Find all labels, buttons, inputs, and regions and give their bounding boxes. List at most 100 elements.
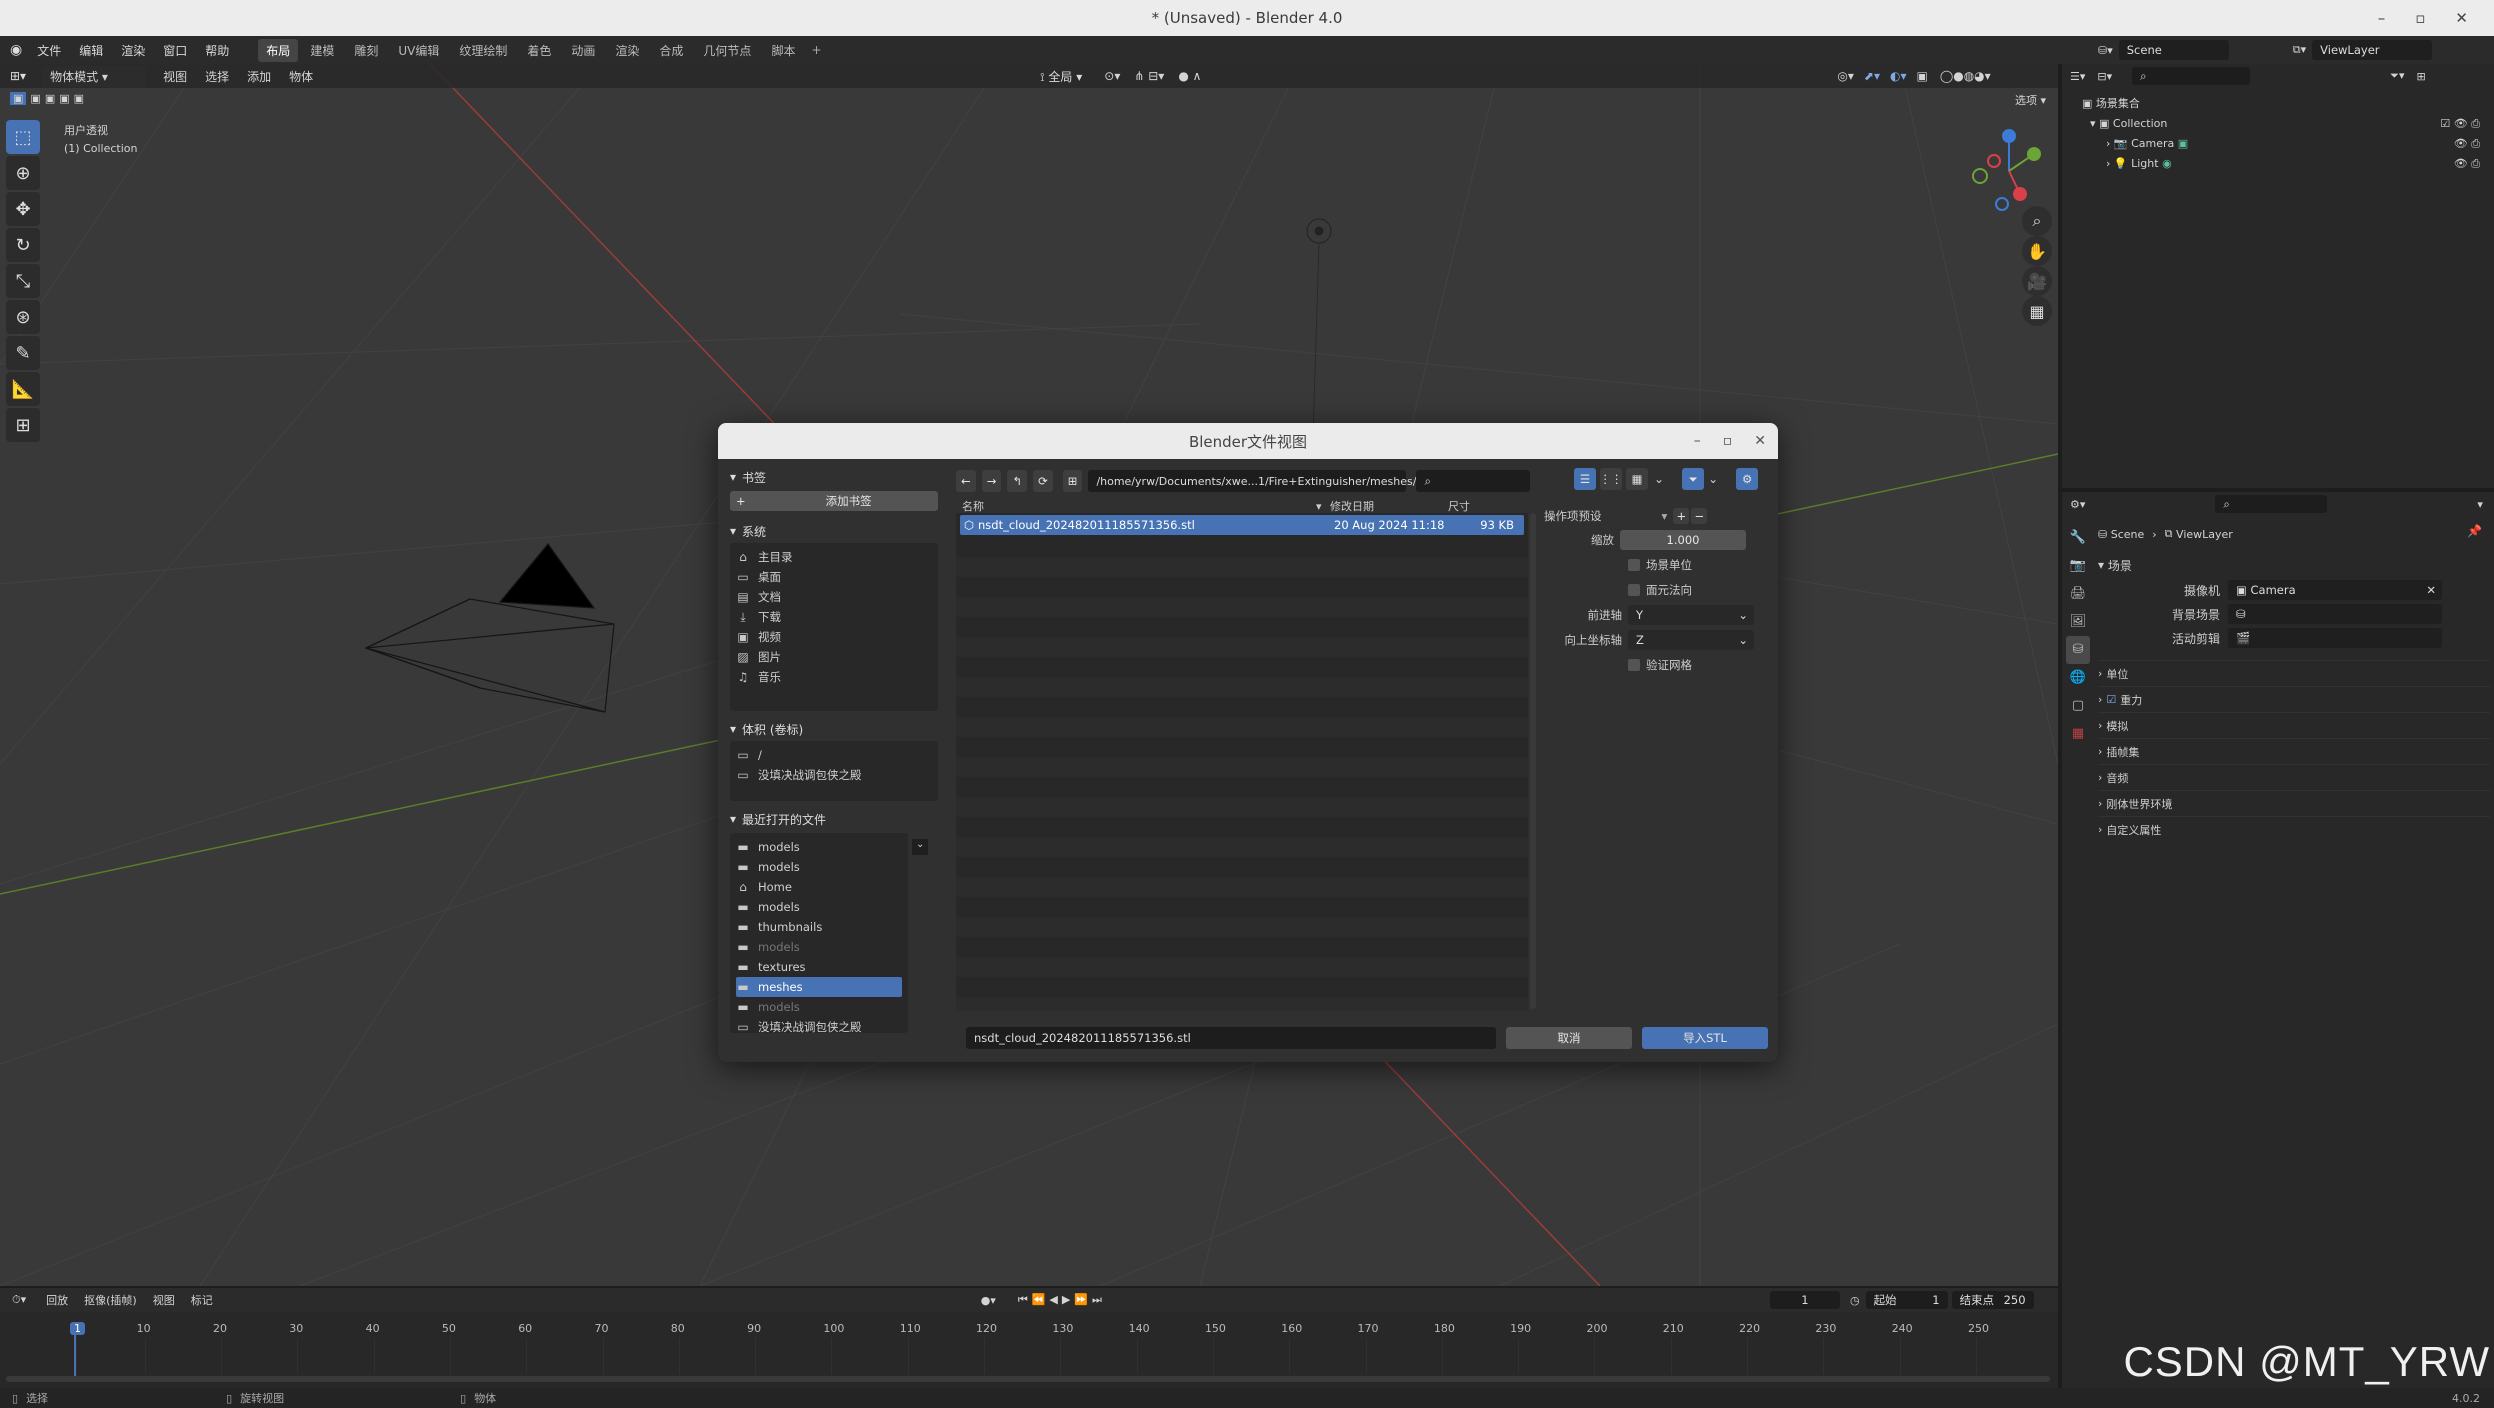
close-button[interactable]: ✕ bbox=[2455, 9, 2468, 27]
thumbnail-view-icon[interactable]: ▦ bbox=[1626, 468, 1648, 490]
outliner-item-light[interactable]: › 💡 Light ◉ 👁 ⎙ bbox=[2082, 154, 2494, 174]
recent-item[interactable]: ▬ models bbox=[736, 937, 902, 957]
bookmarks-header[interactable]: ▾ 书签 bbox=[726, 467, 942, 487]
outliner-item-camera[interactable]: › 📷 Camera ▣ 👁 ⎙ bbox=[2082, 134, 2494, 154]
system-item-doc[interactable]: ▤ 文档 bbox=[736, 587, 932, 607]
viewlayer-field[interactable]: ViewLayer bbox=[2312, 40, 2433, 60]
workspace-tab[interactable]: 脚本 bbox=[763, 39, 803, 62]
navigation-gizmo[interactable] bbox=[1964, 126, 2054, 216]
system-item-music[interactable]: ♫ 音乐 bbox=[736, 667, 932, 687]
gravity-checkbox-icon[interactable]: ☑ bbox=[2106, 693, 2116, 706]
menu-item[interactable]: 渲染 bbox=[112, 42, 154, 59]
recent-item[interactable]: ▭ 没填决战调包侠之殿 bbox=[736, 1017, 902, 1033]
dialog-minimize-button[interactable]: – bbox=[1694, 433, 1701, 449]
col-size[interactable]: 尺寸 bbox=[1448, 498, 1528, 514]
system-item-home[interactable]: ⌂ 主目录 bbox=[736, 547, 932, 567]
cancel-button[interactable]: 取消 bbox=[1506, 1027, 1632, 1049]
pan-hand-icon[interactable]: ✋ bbox=[2022, 236, 2052, 266]
bg-scene-field[interactable]: ⛁ bbox=[2228, 604, 2442, 624]
system-header[interactable]: ▾ 系统 bbox=[726, 521, 942, 541]
overlay-toggle-icon[interactable]: ◐▾ bbox=[1890, 69, 1907, 83]
gizmo-toggle-icon[interactable]: ⬈▾ bbox=[1864, 69, 1880, 83]
workspace-tab[interactable]: 布局 bbox=[258, 38, 299, 62]
forward-button[interactable]: → bbox=[981, 470, 1002, 492]
workspace-tab[interactable]: UV编辑 bbox=[390, 39, 447, 62]
maximize-button[interactable]: ▫ bbox=[2415, 9, 2425, 27]
workspace-tab[interactable]: 雕刻 bbox=[346, 39, 386, 62]
viewport-menu-item[interactable]: 物体 bbox=[280, 68, 322, 85]
options-dropdown[interactable]: 选项 ▾ bbox=[2015, 92, 2046, 108]
parent-dir-button[interactable]: ↰ bbox=[1007, 470, 1028, 492]
up-axis-select[interactable]: Z ⌄ bbox=[1628, 629, 1754, 650]
volume-item[interactable]: ▭ / bbox=[736, 745, 932, 765]
system-item-desktop[interactable]: ▭ 桌面 bbox=[736, 567, 932, 587]
select-mode-icons[interactable]: ▣ ▣ ▣ ▣ ▣ bbox=[10, 92, 84, 105]
add-workspace-button[interactable]: + bbox=[811, 43, 821, 57]
camera-view-icon[interactable]: 🎥 bbox=[2022, 266, 2052, 296]
dialog-maximize-button[interactable]: ▫ bbox=[1723, 433, 1733, 449]
pin-icon[interactable]: 📌 bbox=[2467, 524, 2482, 538]
validate-row[interactable]: 验证网格 bbox=[1544, 652, 1768, 677]
menu-item[interactable]: 帮助 bbox=[196, 42, 238, 59]
recent-header[interactable]: ▾ 最近打开的文件 bbox=[726, 809, 942, 829]
clear-camera-icon[interactable]: ✕ bbox=[2426, 583, 2436, 597]
recent-item[interactable]: ▬ textures bbox=[736, 957, 902, 977]
recent-item[interactable]: ▬ models bbox=[736, 837, 902, 857]
blender-logo-icon[interactable]: ◉ bbox=[10, 42, 22, 58]
zoom-icon[interactable]: ⌕ bbox=[2022, 206, 2052, 236]
filename-input[interactable]: nsdt_cloud_202482011185571356.stl bbox=[966, 1027, 1496, 1049]
render-tab-icon[interactable]: 📷 bbox=[2066, 552, 2090, 580]
import-stl-button[interactable]: 导入STL bbox=[1642, 1027, 1768, 1049]
tool-tab-icon[interactable]: 🔧 bbox=[2066, 524, 2090, 552]
properties-panel-header[interactable]: › ☑ 重力 bbox=[2098, 686, 2490, 712]
volume-item[interactable]: ▭ 没填决战调包侠之殿 bbox=[736, 765, 932, 785]
settings-gear-icon[interactable]: ⚙ bbox=[1736, 468, 1759, 490]
xray-icon[interactable]: ▣ bbox=[1916, 69, 1927, 83]
measure-tool[interactable]: 📐 bbox=[6, 372, 40, 406]
volumes-header[interactable]: ▾ 体积 (卷标) bbox=[726, 719, 942, 739]
world-tab-icon[interactable]: 🌐 bbox=[2066, 664, 2090, 692]
recent-item[interactable]: ▬ models bbox=[736, 897, 902, 917]
path-field[interactable]: /home/yrw/Documents/xwe...1/Fire+Extingu… bbox=[1088, 470, 1416, 492]
shading-modes-icon[interactable]: ◯●◍◕▾ bbox=[1940, 69, 1991, 83]
recent-item[interactable]: ▬ models bbox=[736, 997, 902, 1017]
preset-dropdown[interactable]: ▾ bbox=[1662, 509, 1668, 523]
workspace-tab[interactable]: 渲染 bbox=[607, 39, 647, 62]
properties-panel-header[interactable]: › 单位 bbox=[2098, 660, 2490, 686]
proportional-edit-icon[interactable]: ● ∧ bbox=[1178, 69, 1201, 83]
active-clip-field[interactable]: 🎬 bbox=[2228, 628, 2442, 648]
properties-search-input[interactable]: ⌕ bbox=[2215, 495, 2328, 513]
minimize-button[interactable]: – bbox=[2378, 9, 2386, 27]
face-normal-checkbox[interactable] bbox=[1628, 583, 1640, 596]
transform-orientation[interactable]: ⟟ 全局 ▾ bbox=[1040, 68, 1082, 85]
new-folder-button[interactable]: ⊞ bbox=[1062, 470, 1083, 492]
viewport-menu-item[interactable]: 选择 bbox=[196, 68, 238, 85]
properties-editor-icon[interactable]: ⚙▾ bbox=[2070, 498, 2085, 511]
camera-visibility-icons[interactable]: 👁 ⎙ bbox=[2454, 134, 2480, 154]
display-dropdown-icon[interactable]: ⌄ bbox=[1654, 472, 1664, 486]
collection-row[interactable]: ▾ ▣ Collection ☑ 👁 ⎙ bbox=[2082, 114, 2494, 134]
menu-item[interactable]: 编辑 bbox=[70, 42, 112, 59]
system-item-download[interactable]: ⤓ 下载 bbox=[736, 607, 932, 627]
viewport-menu-item[interactable]: 视图 bbox=[154, 68, 196, 85]
col-name[interactable]: 名称 bbox=[956, 498, 1316, 514]
display-mode-icon[interactable]: ⊟▾ bbox=[2097, 70, 2112, 83]
workspace-tab[interactable]: 着色 bbox=[519, 39, 559, 62]
properties-panel-header[interactable]: › 插帧集 bbox=[2098, 738, 2490, 764]
ortho-grid-icon[interactable]: ▦ bbox=[2022, 296, 2052, 326]
properties-options-icon[interactable]: ▾ bbox=[2477, 498, 2483, 511]
light-visibility-icons[interactable]: 👁 ⎙ bbox=[2454, 154, 2480, 174]
system-item-video[interactable]: ▣ 视频 bbox=[736, 627, 932, 647]
output-tab-icon[interactable]: 🖨 bbox=[2066, 580, 2090, 608]
add-bookmark-button[interactable]: + 添加书签 bbox=[730, 491, 938, 511]
recent-item[interactable]: ⌂ Home bbox=[736, 877, 902, 897]
refresh-button[interactable]: ⟳ bbox=[1033, 470, 1053, 492]
recent-item[interactable]: ▬ meshes bbox=[736, 977, 902, 997]
workspace-tab[interactable]: 动画 bbox=[563, 39, 603, 62]
properties-panel-header[interactable]: › 模拟 bbox=[2098, 712, 2490, 738]
scene-tab-icon[interactable]: ⛁ bbox=[2066, 636, 2090, 664]
outliner-search-input[interactable]: ⌕ bbox=[2132, 67, 2251, 85]
workspace-tab[interactable]: 纹理绘制 bbox=[451, 39, 515, 62]
scale-field[interactable]: 1.000 bbox=[1620, 529, 1746, 550]
select-box-tool[interactable]: ⬚ bbox=[6, 120, 40, 154]
